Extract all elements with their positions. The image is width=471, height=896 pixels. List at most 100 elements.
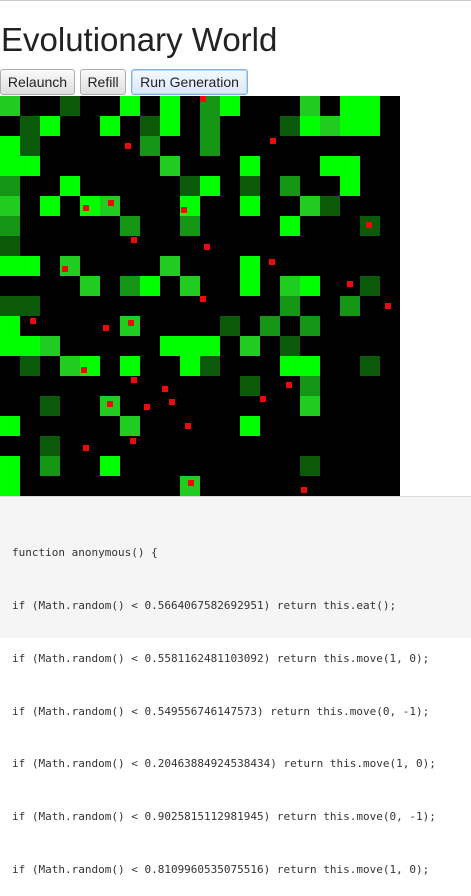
- code-line: if (Math.random() < 0.9025815112981945) …: [12, 810, 436, 824]
- food-cell: [0, 156, 20, 176]
- food-cell: [240, 156, 260, 176]
- food-cell: [240, 336, 260, 356]
- food-cell: [40, 456, 60, 476]
- agent-creature: [301, 487, 307, 493]
- food-cell: [280, 276, 300, 296]
- food-cell: [140, 276, 160, 296]
- food-cell: [120, 316, 140, 336]
- food-cell: [0, 256, 20, 276]
- agent-creature: [181, 207, 187, 213]
- food-cell: [240, 416, 260, 436]
- agent-creature: [286, 382, 292, 388]
- food-cell: [120, 416, 140, 436]
- food-cell: [0, 96, 20, 116]
- food-cell: [20, 296, 40, 316]
- agent-creature: [385, 303, 391, 309]
- food-cell: [40, 396, 60, 416]
- food-cell: [180, 356, 200, 376]
- food-cell: [300, 456, 320, 476]
- food-cell: [40, 336, 60, 356]
- agent-creature: [200, 296, 206, 302]
- food-cell: [180, 216, 200, 236]
- food-cell: [60, 96, 80, 116]
- food-cell: [40, 116, 60, 136]
- food-cell: [60, 356, 80, 376]
- food-cell: [200, 336, 220, 356]
- food-cell: [180, 476, 200, 496]
- food-cell: [0, 316, 20, 336]
- agent-creature: [185, 423, 191, 429]
- food-cell: [200, 116, 220, 136]
- agent-creature: [347, 281, 353, 287]
- food-cell: [80, 356, 100, 376]
- food-cell: [20, 356, 40, 376]
- food-cell: [140, 116, 160, 136]
- food-cell: [300, 316, 320, 336]
- food-cell: [200, 356, 220, 376]
- food-cell: [100, 196, 120, 216]
- food-cell: [0, 416, 20, 436]
- food-cell: [280, 296, 300, 316]
- food-cell: [100, 116, 120, 136]
- food-cell: [120, 276, 140, 296]
- agent-creature: [270, 138, 276, 144]
- agent-creature: [131, 377, 137, 383]
- food-cell: [240, 276, 260, 296]
- agent-creature: [169, 399, 175, 405]
- food-cell: [300, 396, 320, 416]
- agent-creature: [103, 325, 109, 331]
- food-cell: [320, 196, 340, 216]
- code-line: if (Math.random() < 0.5664067582692951) …: [12, 598, 397, 612]
- agent-creature: [81, 367, 87, 373]
- food-cell: [340, 156, 360, 176]
- top-border: [0, 0, 471, 1]
- world-canvas[interactable]: [0, 96, 400, 496]
- agent-creature: [269, 259, 275, 265]
- food-cell: [240, 256, 260, 276]
- agent-creature: [260, 396, 266, 402]
- agent-creature: [107, 401, 113, 407]
- agent-creature: [200, 96, 206, 102]
- food-cell: [160, 256, 180, 276]
- food-cell: [340, 296, 360, 316]
- food-cell: [280, 216, 300, 236]
- agent-creature: [108, 200, 114, 206]
- food-cell: [0, 136, 20, 156]
- food-cell: [140, 136, 160, 156]
- food-cell: [340, 176, 360, 196]
- relaunch-button[interactable]: Relaunch: [0, 69, 75, 95]
- food-cell: [200, 176, 220, 196]
- food-cell: [20, 256, 40, 276]
- refill-button[interactable]: Refill: [80, 69, 126, 95]
- food-cell: [0, 176, 20, 196]
- agent-creature: [204, 244, 210, 250]
- food-cell: [120, 96, 140, 116]
- code-line: function anonymous() {: [12, 546, 158, 560]
- food-cell: [20, 116, 40, 136]
- food-cell: [40, 436, 60, 456]
- food-cell: [120, 216, 140, 236]
- code-line: if (Math.random() < 0.8109960535075516) …: [12, 862, 430, 876]
- food-cell: [0, 216, 20, 236]
- agent-creature: [188, 480, 194, 486]
- food-cell: [240, 376, 260, 396]
- food-cell: [160, 156, 180, 176]
- food-cell: [320, 156, 340, 176]
- food-cell: [300, 376, 320, 396]
- food-cell: [340, 116, 360, 136]
- food-cell: [300, 96, 320, 116]
- food-cell: [160, 336, 180, 356]
- code-line: if (Math.random() < 0.549556746147573) r…: [12, 704, 430, 718]
- food-cell: [300, 116, 320, 136]
- food-cell: [280, 336, 300, 356]
- code-line: if (Math.random() < 0.20463884924538434)…: [12, 757, 436, 771]
- food-cell: [340, 96, 360, 116]
- food-cell: [360, 96, 380, 116]
- food-cell: [280, 176, 300, 196]
- food-cell: [260, 316, 280, 336]
- run-generation-button[interactable]: Run Generation: [131, 69, 248, 95]
- agent-creature: [30, 318, 36, 324]
- food-cell: [0, 296, 20, 316]
- agent-creature: [83, 205, 89, 211]
- food-cell: [240, 196, 260, 216]
